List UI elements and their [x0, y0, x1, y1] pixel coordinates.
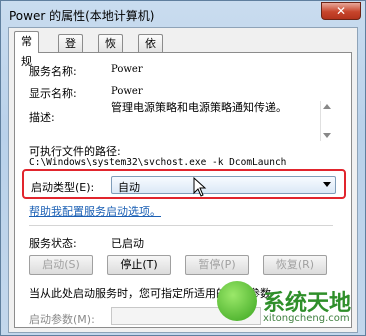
tab-general[interactable]: 常规: [14, 31, 39, 68]
scroll-up-icon[interactable]: [323, 104, 331, 109]
exec-path-value: C:\Windows\system32\svchost.exe -k DcomL…: [29, 157, 287, 168]
stop-button[interactable]: 停止(T): [107, 255, 171, 275]
title-bar[interactable]: Power 的属性(本地计算机) ✕: [1, 1, 365, 27]
close-button[interactable]: ✕: [321, 2, 361, 20]
watermark-logo-icon: [217, 281, 257, 321]
divider: [29, 225, 333, 226]
description-scrollbar[interactable]: [320, 101, 333, 141]
properties-window: Power 的属性(本地计算机) ✕ 常规 登录 恢复 依存关系 服务名称: P…: [0, 0, 366, 336]
watermark-url: xitongcheng.com: [263, 313, 350, 324]
scroll-down-icon[interactable]: [323, 133, 331, 138]
service-name-label: 服务名称:: [29, 65, 77, 78]
description-label: 描述:: [29, 111, 55, 124]
start-button[interactable]: 启动(S): [29, 255, 93, 275]
start-params-label: 启动参数(M):: [29, 313, 95, 326]
display-name-label: 显示名称:: [29, 87, 77, 100]
resume-button[interactable]: 恢复(R): [263, 255, 327, 275]
service-name-value: Power: [111, 64, 143, 75]
pause-button[interactable]: 暂停(P): [185, 255, 249, 275]
startup-type-value: 自动: [118, 181, 140, 194]
status-label: 服务状态:: [29, 237, 77, 250]
window-title: Power 的属性(本地计算机): [9, 9, 155, 23]
help-configure-link[interactable]: 帮助我配置服务启动选项。: [29, 203, 161, 219]
startup-type-select[interactable]: 自动: [111, 176, 336, 194]
description-text: 管理电源策略和电源策略通知传递。: [111, 101, 287, 114]
description-box[interactable]: 管理电源策略和电源策略通知传递。: [111, 101, 333, 141]
tab-logon[interactable]: 登录: [58, 34, 83, 67]
display-name-value: Power: [111, 86, 143, 97]
startup-type-label: 启动类型(E):: [31, 181, 95, 194]
status-value: 已启动: [111, 237, 144, 250]
tab-dependencies[interactable]: 依存关系: [138, 34, 163, 101]
chevron-down-icon[interactable]: [323, 182, 331, 187]
tab-recovery[interactable]: 恢复: [98, 34, 123, 67]
mouse-cursor-icon: [193, 177, 207, 197]
